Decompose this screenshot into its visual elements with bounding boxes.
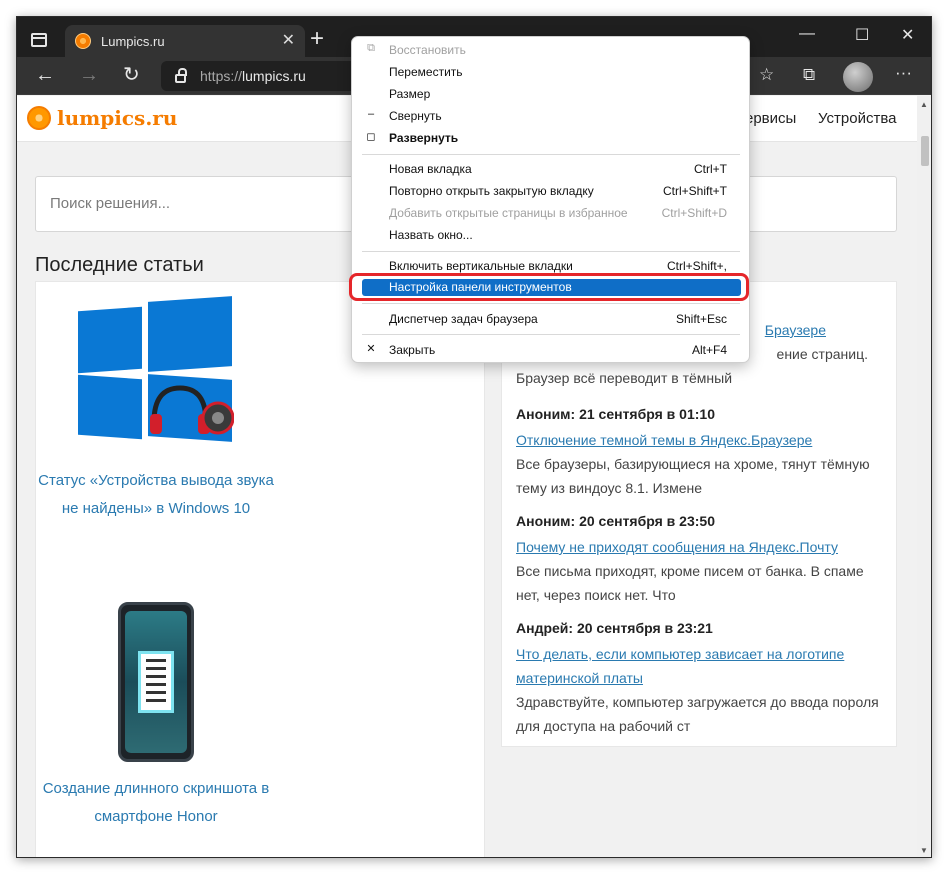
article-title-link[interactable]: Создание длинного скриншота в смартфоне … (36, 775, 276, 831)
smartphone-image[interactable] (118, 602, 194, 762)
scroll-down-icon[interactable]: ▼ (920, 846, 928, 855)
menu-item-move[interactable]: Переместить (352, 61, 749, 83)
menu-item-reopen-tab[interactable]: Повторно открыть закрытую вкладку Ctrl+S… (352, 180, 749, 202)
favicon-orange-icon (75, 33, 91, 49)
nav-link-services[interactable]: ервисы (745, 110, 796, 127)
refresh-button[interactable]: ↻ (123, 65, 140, 85)
tab-actions-icon[interactable] (31, 33, 47, 47)
page-scrollbar[interactable]: ▲ ▼ (917, 96, 931, 857)
menu-item-add-to-favorites[interactable]: Добавить открытые страницы в избранное C… (352, 202, 749, 224)
site-logo[interactable]: lumpics.ru (27, 106, 177, 130)
tab-close-icon[interactable]: ✕ (282, 33, 295, 49)
comment-item: Аноним: 20 сентября в 23:50 Почему не пр… (516, 513, 886, 607)
maximize-button[interactable]: ☐ (855, 25, 869, 45)
tab-lumpics[interactable]: Lumpics.ru ✕ (65, 25, 305, 57)
favorites-star-icon[interactable]: ☆ (759, 65, 774, 85)
comment-link[interactable]: Что делать, если компьютер зависает на л… (516, 642, 886, 690)
window-context-menu: ⧉ Восстановить Переместить Размер – Свер… (351, 36, 750, 363)
comment-link[interactable]: Отключение темной темы в Яндекс.Браузере (516, 428, 886, 452)
comment-text: Браузер всё переводит в тёмный (516, 370, 733, 386)
section-title: Последние статьи (35, 254, 204, 276)
menu-item-close[interactable]: ✕ Закрыть Alt+F4 (352, 339, 749, 361)
minimize-button[interactable]: — (799, 25, 815, 43)
new-tab-button[interactable]: + (310, 27, 324, 51)
comment-text: Здравствуйте, компьютер загружается до в… (516, 694, 879, 734)
tab-title: Lumpics.ru (101, 33, 165, 49)
forward-button[interactable]: → (79, 65, 99, 85)
headphones-speaker-icon (150, 385, 234, 435)
close-icon: ✕ (366, 343, 376, 355)
menu-separator (362, 251, 740, 252)
url-host: lumpics.ru (242, 68, 306, 84)
comment-link[interactable]: Почему не приходят сообщения на Яндекс.П… (516, 535, 886, 559)
url-scheme: https:// (200, 68, 243, 84)
comment-text: Все браузеры, базирующиеся на хроме, тян… (516, 456, 870, 496)
menu-item-restore[interactable]: ⧉ Восстановить (352, 39, 749, 61)
menu-item-task-manager[interactable]: Диспетчер задач браузера Shift+Esc (352, 308, 749, 330)
articles-card: Статус «Устройства вывода звука не найде… (35, 281, 485, 857)
menu-item-minimize[interactable]: – Свернуть (352, 105, 749, 127)
article-item[interactable]: Создание длинного скриншота в смартфоне … (36, 775, 276, 831)
scroll-up-icon[interactable]: ▲ (920, 100, 928, 109)
menu-separator (362, 334, 740, 335)
restore-icon: ⧉ (367, 42, 375, 54)
menu-item-new-tab[interactable]: Новая вкладка Ctrl+T (352, 158, 749, 180)
collections-icon[interactable]: ⧉ (803, 65, 815, 85)
orange-logo-icon (27, 106, 51, 130)
profile-avatar[interactable] (843, 62, 873, 92)
comment-item: Аноним: 21 сентября в 01:10 Отключение т… (516, 406, 886, 500)
menu-item-size[interactable]: Размер (352, 83, 749, 105)
comment-author: Аноним: 20 сентября в 23:50 (516, 513, 715, 529)
url-text: https://lumpics.ru (200, 68, 306, 84)
menu-item-name-window[interactable]: Назвать окно... (352, 224, 749, 246)
comment-item: Андрей: 20 сентября в 23:21 Что делать, … (516, 620, 886, 738)
comment-author: Андрей: 20 сентября в 23:21 (516, 620, 713, 636)
logo-text: lumpics.ru (57, 106, 178, 130)
comment-author: Аноним: 21 сентября в 01:10 (516, 406, 715, 422)
menu-separator (362, 303, 740, 304)
close-window-button[interactable]: ✕ (901, 25, 914, 45)
scroll-thumb[interactable] (921, 136, 929, 166)
screenshot-doc-icon (138, 651, 174, 713)
minimize-icon: – (367, 108, 375, 120)
article-title-link[interactable]: Статус «Устройства вывода звука не найде… (36, 467, 276, 523)
comment-text: Все письма приходят, кроме писем от банк… (516, 563, 864, 603)
menu-separator (362, 154, 740, 155)
maximize-icon: ◻ (366, 131, 376, 143)
back-button[interactable]: ← (35, 65, 55, 85)
settings-menu-icon[interactable]: ··· (895, 63, 912, 83)
lock-icon[interactable] (175, 67, 187, 83)
nav-link-devices[interactable]: Устройства (818, 110, 896, 127)
menu-item-maximize[interactable]: ◻ Развернуть (352, 127, 749, 149)
article-item[interactable]: Статус «Устройства вывода звука не найде… (36, 467, 276, 523)
